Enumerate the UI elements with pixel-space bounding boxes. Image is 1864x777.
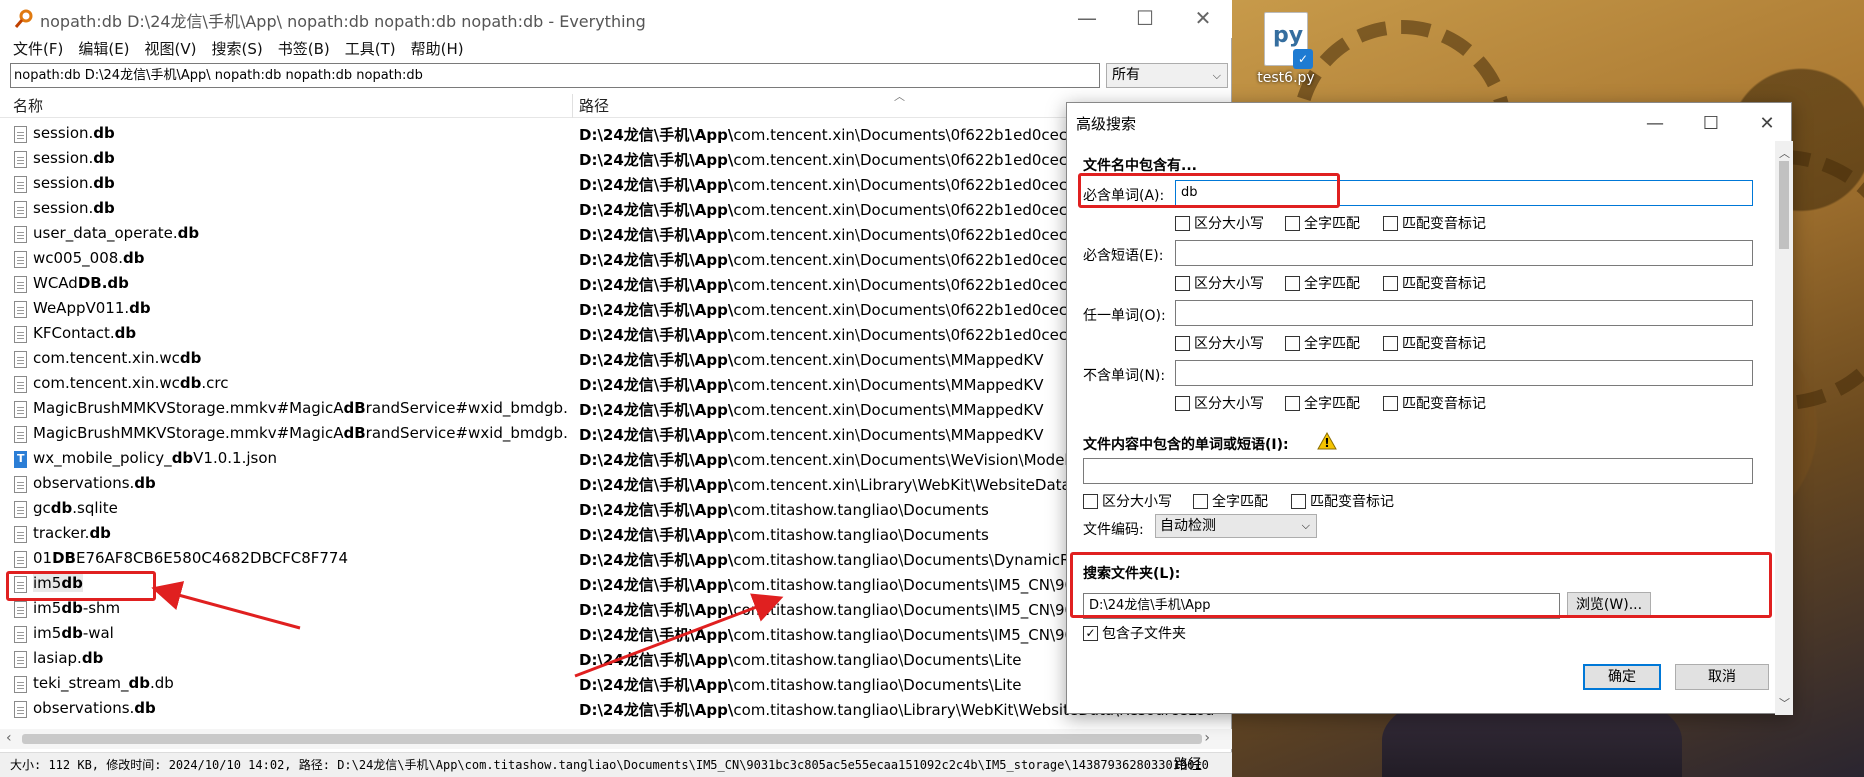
arrow-to-im5db: [151, 581, 301, 630]
arrow-to-path: [574, 593, 784, 678]
annotation-arrows: [151, 581, 784, 678]
